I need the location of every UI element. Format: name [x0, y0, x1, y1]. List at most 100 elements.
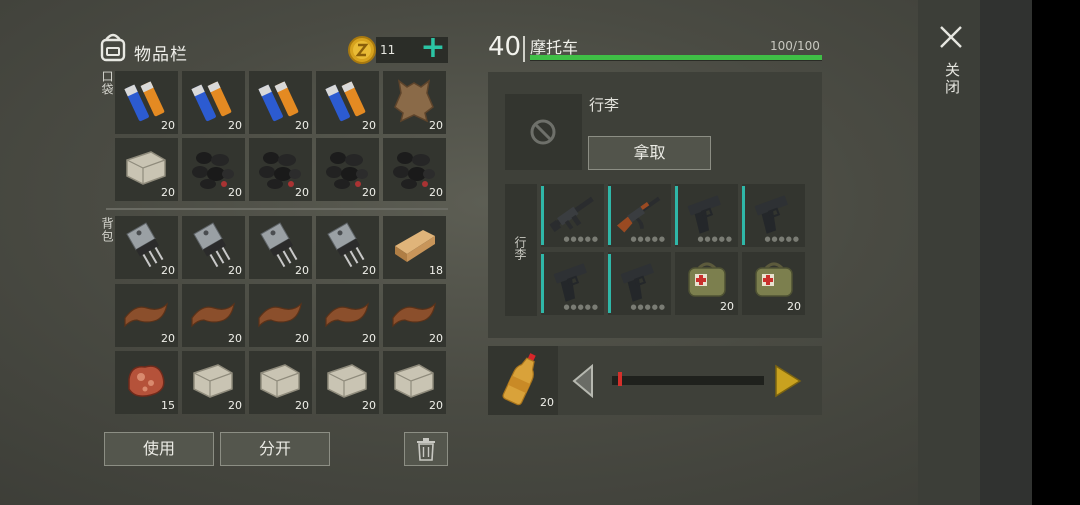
durability-dots: ●●●●● [630, 303, 666, 311]
stone-icon [193, 364, 233, 398]
medkit-bag-icon [755, 262, 793, 297]
pocket-slot[interactable]: 20 [249, 71, 312, 134]
vehicle-level: 40 [488, 32, 522, 62]
pocket-slot[interactable]: 20 [115, 71, 178, 134]
close-label[interactable]: 关闭 [942, 62, 963, 96]
backpack-slot[interactable]: 18 [383, 216, 446, 279]
cargo-equip-slot[interactable] [505, 94, 582, 170]
backpack-slot[interactable]: 15 [115, 351, 178, 414]
item-count: 20 [362, 332, 376, 345]
split-button[interactable]: 分开 [220, 432, 330, 466]
cargo-slot[interactable]: ●●●●● [742, 184, 805, 247]
pocket-slot[interactable]: 20 [383, 138, 446, 201]
use-button[interactable]: 使用 [104, 432, 214, 466]
soda-bottle-icon [502, 353, 536, 406]
pocket-slot[interactable]: 20 [115, 138, 178, 201]
coin-icon [348, 36, 376, 64]
cargo-slot[interactable]: ●●●●● [608, 184, 671, 247]
leather-icon [392, 302, 436, 328]
backpack-slot[interactable]: 20 [249, 284, 312, 347]
backpack-slot[interactable]: 20 [316, 284, 379, 347]
discard-button[interactable] [404, 432, 448, 466]
coal-icon [393, 152, 435, 189]
backpack-icon [100, 33, 126, 62]
add-currency-button[interactable]: + [420, 33, 446, 65]
backpack-slot[interactable]: 20 [115, 216, 178, 279]
close-icon[interactable] [936, 22, 966, 52]
durability-indicator [541, 254, 544, 313]
batteries-icon [258, 81, 299, 122]
leather-icon [124, 302, 168, 328]
pocket-slot[interactable]: 20 [182, 138, 245, 201]
item-count: 20 [228, 264, 242, 277]
batteries-icon [124, 81, 165, 122]
pocket-slot[interactable]: 20 [316, 138, 379, 201]
item-count: 20 [720, 300, 734, 313]
cargo-slot[interactable]: 20 [742, 252, 805, 315]
item-count: 20 [295, 332, 309, 345]
item-count: 20 [161, 119, 175, 132]
wood-plank-icon [395, 230, 435, 262]
item-count: 15 [161, 399, 175, 412]
pocket-slot[interactable]: 20 [383, 71, 446, 134]
item-count: 20 [429, 399, 443, 412]
quantity-slider-track[interactable] [612, 376, 764, 385]
durability-dots: ●●●●● [697, 235, 733, 243]
cargo-slot[interactable]: ●●●●● [541, 252, 604, 315]
cargo-slot[interactable]: ●●●●● [541, 184, 604, 247]
item-count: 20 [362, 119, 376, 132]
item-count: 20 [429, 332, 443, 345]
backpack-slot[interactable]: 20 [316, 216, 379, 279]
quantity-slider-handle[interactable] [618, 372, 622, 386]
item-count: 20 [429, 119, 443, 132]
backpack-slot[interactable]: 20 [316, 351, 379, 414]
durability-dots: ●●●●● [630, 235, 666, 243]
item-count: 20 [295, 399, 309, 412]
coal-icon [192, 152, 234, 189]
increase-arrow-icon[interactable] [772, 364, 803, 398]
pocket-slot[interactable]: 20 [249, 138, 312, 201]
backpack-slot[interactable]: 20 [182, 284, 245, 347]
take-button[interactable]: 拿取 [588, 136, 711, 170]
batteries-icon [191, 81, 232, 122]
backpack-slot[interactable]: 20 [249, 351, 312, 414]
item-count: 20 [228, 119, 242, 132]
cargo-slot[interactable]: ●●●●● [608, 252, 671, 315]
backpack-slot[interactable]: 20 [115, 284, 178, 347]
raw-meat-icon [128, 365, 165, 397]
screen-edge [1032, 0, 1080, 505]
cargo-slot[interactable]: 20 [675, 252, 738, 315]
backpack-slot[interactable]: 20 [182, 216, 245, 279]
durability-indicator [541, 186, 544, 245]
pistol-icon [553, 263, 587, 302]
assault-rifle-icon [549, 196, 594, 233]
item-count: 20 [228, 186, 242, 199]
backpack-slot[interactable]: 20 [383, 284, 446, 347]
durability-dots: ●●●●● [764, 235, 800, 243]
cargo-slot[interactable]: ●●●●● [675, 184, 738, 247]
item-count: 20 [295, 264, 309, 277]
durability-bar-fill [530, 55, 822, 60]
pocket-slot[interactable]: 20 [182, 71, 245, 134]
pocket-slot[interactable]: 20 [316, 71, 379, 134]
stone-icon [394, 364, 434, 398]
backpack-slot[interactable]: 20 [249, 216, 312, 279]
leather-icon [191, 302, 235, 328]
inventory-title: 物品栏 [134, 45, 188, 65]
leather-icon [258, 302, 302, 328]
cargo-label: 行李 [589, 96, 620, 114]
durability-dots: ●●●●● [563, 235, 599, 243]
backpack-slot[interactable]: 20 [182, 351, 245, 414]
backpack-slot[interactable]: 20 [383, 351, 446, 414]
batteries-icon [325, 81, 366, 122]
item-count: 20 [161, 264, 175, 277]
ak47-icon [616, 196, 661, 233]
transistor-icon [193, 222, 231, 268]
pistol-icon [620, 263, 654, 302]
animal-hide-icon [394, 79, 434, 123]
durability-dots: ●●●●● [563, 303, 599, 311]
cargo-side-label: 行李 [513, 236, 527, 260]
item-count: 20 [228, 332, 242, 345]
section-divider [106, 208, 448, 210]
decrease-arrow-icon[interactable] [570, 364, 601, 398]
